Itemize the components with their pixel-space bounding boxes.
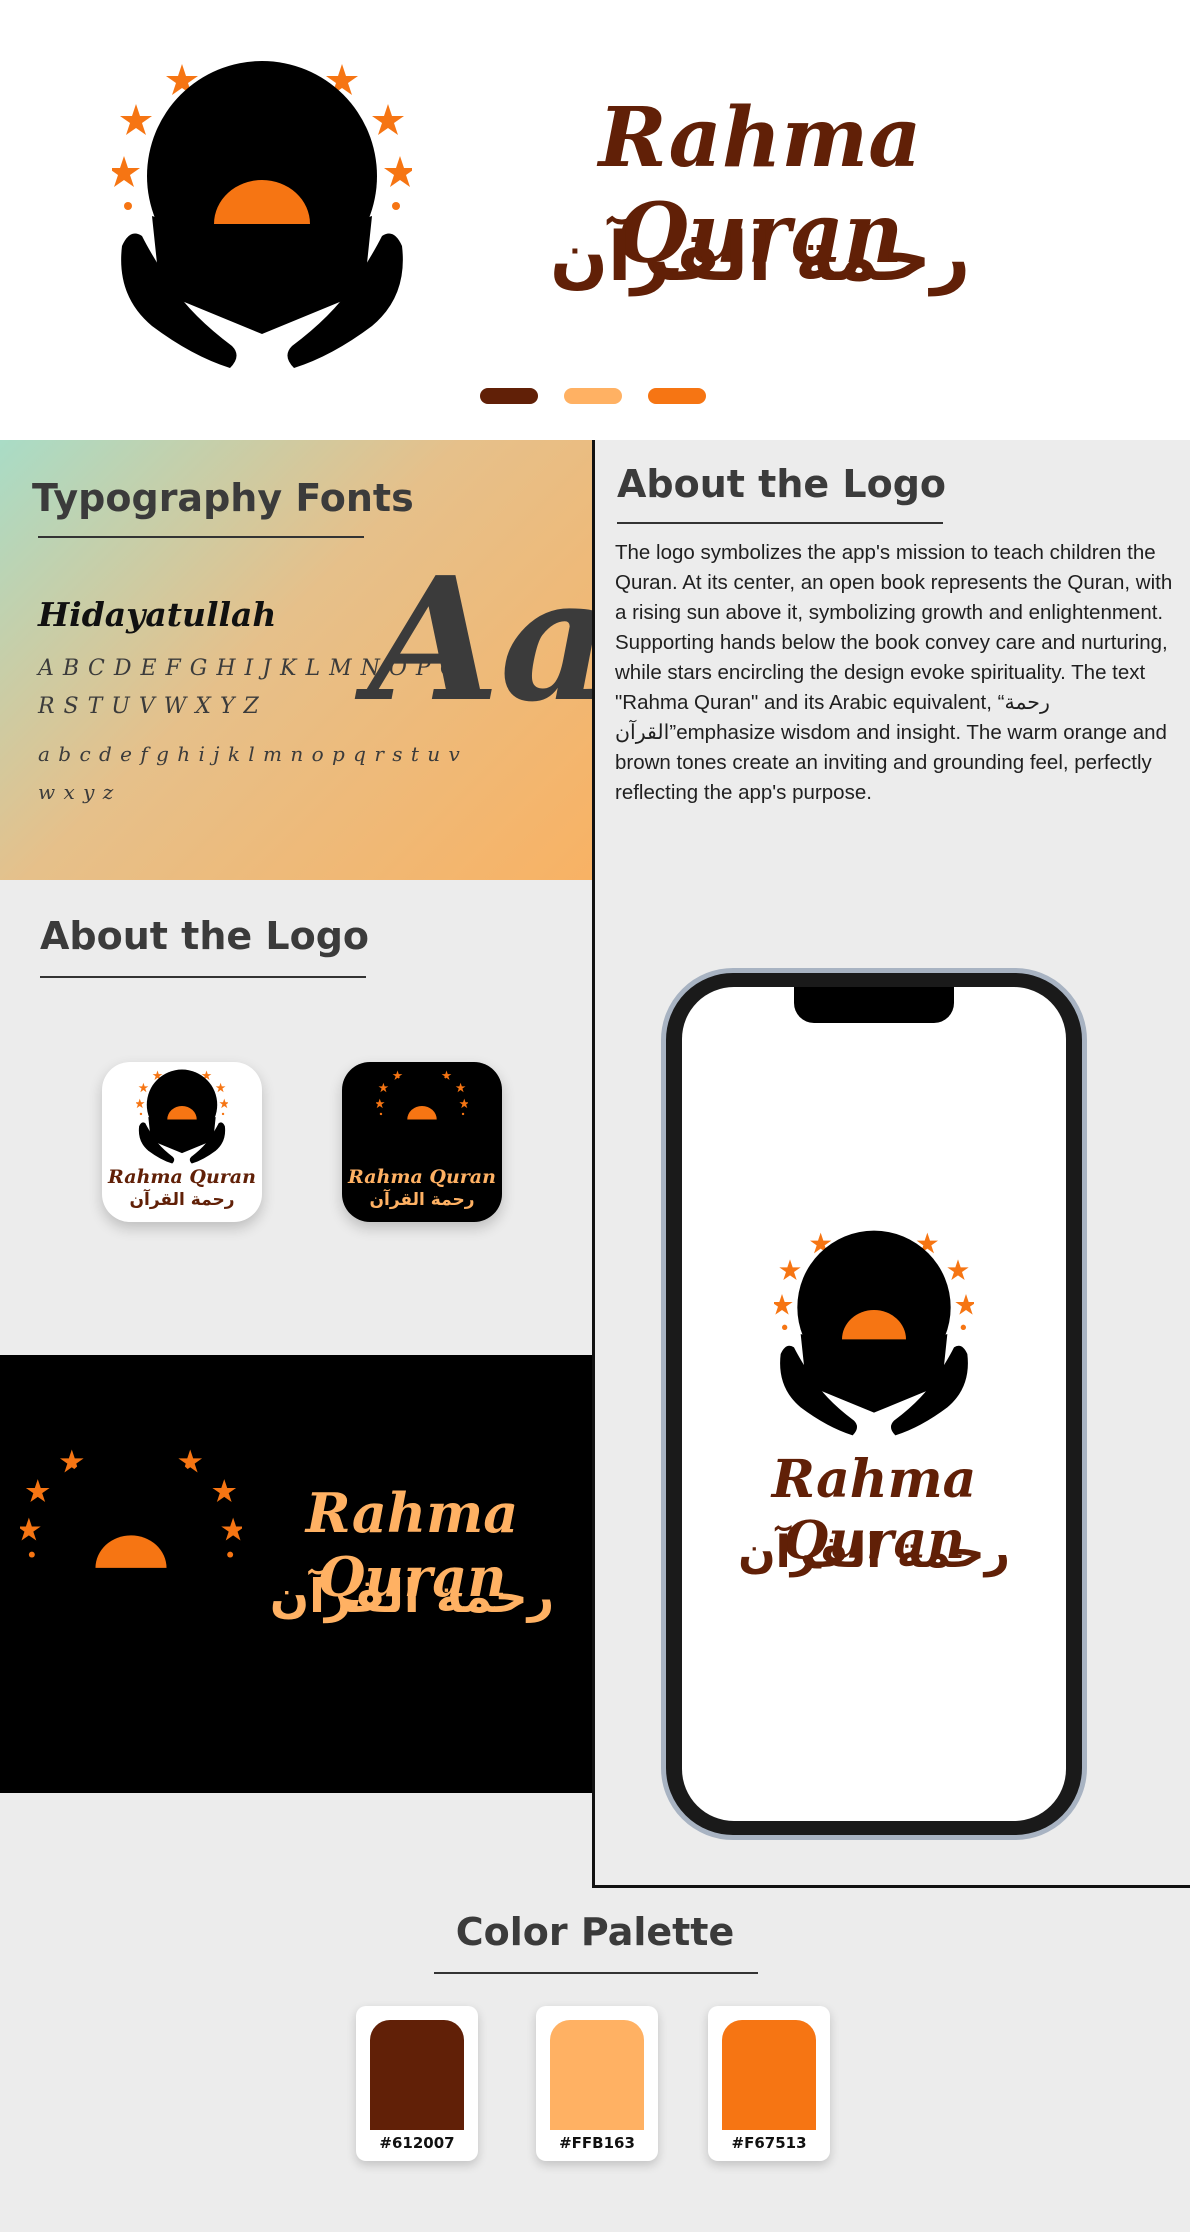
about-description: The logo symbolizes the app's mission to… xyxy=(615,541,1173,804)
banner-brand-ar: رحمة القرآن xyxy=(269,1569,555,1623)
swatch-color xyxy=(550,2020,644,2130)
brand-name-ar: رحمة القرآن xyxy=(549,218,971,297)
heading-underline xyxy=(40,976,366,978)
app-icon-dark: .a2 .disc{fill:#FFB163}.a2 .head{stroke:… xyxy=(342,1062,502,1222)
heading-underline xyxy=(434,1972,758,1974)
swatch-card-light-orange: #FFB163 xyxy=(536,2006,658,2161)
swatch-card-brown: #612007 xyxy=(356,2006,478,2161)
dark-logo-banner: .b1 .disc{fill:#FFB163}.b1 .head{stroke:… xyxy=(0,1355,592,1793)
app-icon-brand-ar: رحمة القرآن xyxy=(129,1190,235,1210)
phone-mockup: .p1 .disc{fill:#FFB163}.p1 .head{stroke:… xyxy=(661,968,1087,1840)
palette-heading: Color Palette xyxy=(455,1910,735,1954)
color-pill-light-orange xyxy=(564,388,622,404)
app-icon-brand-en: Rahma Quran xyxy=(108,1166,256,1188)
font-name: Hidayatullah xyxy=(38,595,277,634)
swatch-color xyxy=(722,2020,816,2130)
app-icon-light: .a1 .disc{fill:#FFB163}.a1 .head{stroke:… xyxy=(102,1062,262,1222)
phone-notch xyxy=(794,987,954,1023)
swatch-color xyxy=(370,2020,464,2130)
swatch-code: #F67513 xyxy=(731,2134,807,2152)
color-pill-orange xyxy=(648,388,706,404)
phone-screen: .p1 .disc{fill:#FFB163}.p1 .head{stroke:… xyxy=(682,987,1066,1821)
logo-emblem-icon: .a1 .disc{fill:#FFB163}.a1 .head{stroke:… xyxy=(136,1068,228,1166)
logo-emblem-icon: .p1 .disc{fill:#FFB163}.p1 .head{stroke:… xyxy=(774,1227,974,1441)
brand-header: .h1 .disc{fill:#612007}.h1 .head{stroke:… xyxy=(0,0,1190,440)
typography-panel: Typography Fonts Hidayatullah A B C D E … xyxy=(0,440,610,880)
logo-emblem-icon: .h1 .disc{fill:#612007}.h1 .head{stroke:… xyxy=(112,56,412,376)
swatch-card-orange: #F67513 xyxy=(708,2006,830,2161)
about-logo-panel-left: About the Logo xyxy=(0,880,592,1355)
logo-emblem-icon: .b1 .disc{fill:#FFB163}.b1 .head{stroke:… xyxy=(20,1443,242,1681)
swatch-code: #612007 xyxy=(379,2134,455,2152)
about-heading-right: About the Logo xyxy=(617,462,947,506)
font-sample: Aa xyxy=(368,540,611,740)
lowercase-line-2: w x y z xyxy=(38,780,115,804)
typography-heading: Typography Fonts xyxy=(32,476,414,520)
swatch-code: #FFB163 xyxy=(559,2134,635,2152)
app-icon-brand-ar: رحمة القرآن xyxy=(369,1190,475,1210)
about-logo-panel-right: About the Logo The logo symbolizes the a… xyxy=(592,440,1190,1888)
about-heading-left: About the Logo xyxy=(40,914,370,958)
phone-brand-ar: رحمة القرآن xyxy=(738,1527,1010,1578)
lowercase-line-1: a b c d e f g h i j k l m n o p q r s t … xyxy=(38,742,461,766)
logo-emblem-icon: .a2 .disc{fill:#FFB163}.a2 .head{stroke:… xyxy=(376,1068,468,1166)
heading-underline xyxy=(617,522,943,524)
heading-underline xyxy=(38,536,364,538)
color-pill-brown xyxy=(480,388,538,404)
uppercase-line-2: R S T U V W X Y Z xyxy=(38,694,260,719)
app-icon-brand-en: Rahma Quran xyxy=(348,1166,496,1188)
